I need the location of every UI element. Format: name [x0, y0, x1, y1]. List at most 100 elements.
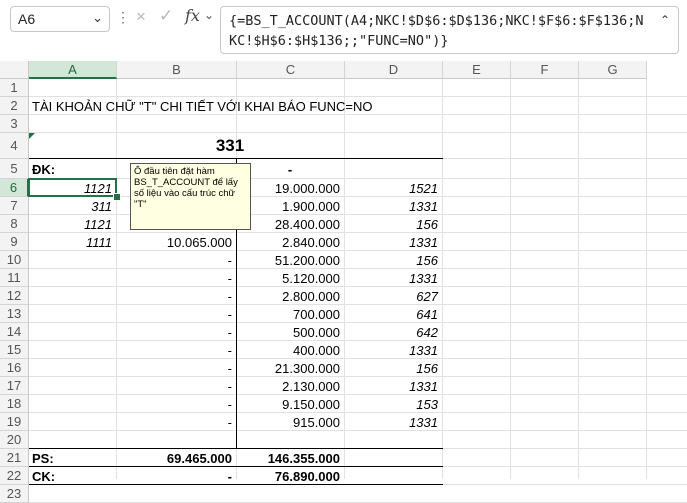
row-header-8[interactable]: 8 [0, 215, 29, 233]
cancel-icon[interactable]: × [136, 7, 146, 27]
opening-label[interactable]: ĐK: [32, 162, 112, 177]
debit-amount[interactable]: - [120, 253, 232, 268]
row-header-7[interactable]: 7 [0, 197, 29, 215]
row-header-12[interactable]: 12 [0, 287, 29, 305]
row-header-4[interactable]: 4 [0, 133, 29, 159]
debit-contra-account[interactable]: 1121 [32, 217, 112, 232]
debit-amount[interactable]: - [120, 307, 232, 322]
credit-amount[interactable]: 2.130.000 [240, 379, 340, 394]
row-header-11[interactable]: 11 [0, 269, 29, 287]
credit-amount[interactable]: 915.000 [240, 415, 340, 430]
credit-contra-account[interactable]: 1331 [348, 271, 438, 286]
credit-contra-account[interactable]: 627 [348, 289, 438, 304]
ck-label[interactable]: CK: [32, 469, 112, 484]
debit-amount[interactable]: - [120, 397, 232, 412]
row-header-10[interactable]: 10 [0, 251, 29, 269]
collapse-formula-icon[interactable]: ⌃ [660, 13, 670, 27]
select-all-corner[interactable] [0, 61, 29, 79]
opening-credit[interactable]: - [240, 162, 340, 177]
sheet-title[interactable]: TÀI KHOẢN CHỮ "T" CHI TIẾT VỚI KHAI BÁO … [32, 99, 452, 114]
row-header-3[interactable]: 3 [0, 115, 29, 133]
row-header-19[interactable]: 19 [0, 413, 29, 431]
grid-line [578, 79, 579, 479]
row-header-22[interactable]: 22 [0, 467, 29, 485]
row-header-5[interactable]: 5 [0, 159, 29, 179]
ck-credit[interactable]: 76.890.000 [240, 469, 340, 484]
credit-amount[interactable]: 500.000 [240, 325, 340, 340]
column-header-g[interactable]: G [579, 61, 647, 79]
credit-contra-account[interactable]: 1331 [348, 379, 438, 394]
row-header-21[interactable]: 21 [0, 449, 29, 467]
debit-amount[interactable]: - [120, 325, 232, 340]
column-header-b[interactable]: B [117, 61, 237, 79]
debit-amount[interactable]: 10.065.000 [120, 235, 232, 250]
grid-line [29, 286, 687, 287]
grid-line [29, 232, 687, 233]
credit-contra-account[interactable]: 156 [348, 217, 438, 232]
fill-handle[interactable] [113, 193, 121, 201]
column-header-c[interactable]: C [237, 61, 345, 79]
row-header-17[interactable]: 17 [0, 377, 29, 395]
insert-function-icon[interactable]: fx [185, 6, 200, 25]
ps-debit[interactable]: 69.465.000 [120, 451, 232, 466]
cell-area[interactable]: TÀI KHOẢN CHỮ "T" CHI TIẾT VỚI KHAI BÁO … [28, 79, 687, 503]
debit-amount[interactable]: - [120, 343, 232, 358]
debit-amount[interactable]: - [120, 289, 232, 304]
ps-credit[interactable]: 146.355.000 [240, 451, 340, 466]
row-header-18[interactable]: 18 [0, 395, 29, 413]
more-options-icon[interactable]: ⋮ [116, 9, 130, 26]
row-header-14[interactable]: 14 [0, 323, 29, 341]
credit-amount[interactable]: 1.900.000 [240, 199, 340, 214]
enter-check-icon[interactable]: ✓ [159, 6, 173, 26]
row-header-16[interactable]: 16 [0, 359, 29, 377]
credit-contra-account[interactable]: 156 [348, 253, 438, 268]
row-header-1[interactable]: 1 [0, 79, 29, 97]
row-header-13[interactable]: 13 [0, 305, 29, 323]
debit-amount[interactable]: - [120, 379, 232, 394]
row-header-20[interactable]: 20 [0, 431, 29, 449]
ck-bottom-border [29, 484, 443, 485]
credit-amount[interactable]: 2.840.000 [240, 235, 340, 250]
credit-amount[interactable]: 28.400.000 [240, 217, 340, 232]
column-header-e[interactable]: E [443, 61, 511, 79]
credit-contra-account[interactable]: 641 [348, 307, 438, 322]
credit-contra-account[interactable]: 642 [348, 325, 438, 340]
chevron-down-icon[interactable]: ⌄ [92, 10, 103, 26]
function-dropdown-icon[interactable]: ⌄ [204, 8, 214, 22]
row-header-9[interactable]: 9 [0, 233, 29, 251]
grid-line [29, 250, 687, 251]
row-header-2[interactable]: 2 [0, 97, 29, 115]
column-header-f[interactable]: F [511, 61, 579, 79]
credit-contra-account[interactable]: 1331 [348, 415, 438, 430]
debit-contra-account[interactable]: 311 [32, 199, 112, 214]
formula-input[interactable]: {=BS_T_ACCOUNT(A4;NKC!$D$6:$D$136;NKC!$F… [220, 6, 679, 54]
row-header-23[interactable]: 23 [0, 485, 29, 503]
row-header-6[interactable]: 6 [0, 179, 29, 197]
account-number[interactable]: 331 [120, 137, 340, 154]
credit-contra-account[interactable]: 1331 [348, 235, 438, 250]
column-header-d[interactable]: D [345, 61, 443, 79]
credit-contra-account[interactable]: 153 [348, 397, 438, 412]
credit-contra-account[interactable]: 1331 [348, 343, 438, 358]
credit-amount[interactable]: 5.120.000 [240, 271, 340, 286]
ps-label[interactable]: PS: [32, 451, 112, 466]
credit-contra-account[interactable]: 1331 [348, 199, 438, 214]
debit-amount[interactable]: - [120, 361, 232, 376]
column-header-a[interactable]: A [29, 61, 117, 79]
row-header-15[interactable]: 15 [0, 341, 29, 359]
credit-amount[interactable]: 9.150.000 [240, 397, 340, 412]
debit-amount[interactable]: - [120, 271, 232, 286]
grid-line [29, 178, 687, 179]
credit-contra-account[interactable]: 1521 [348, 181, 438, 196]
credit-amount[interactable]: 700.000 [240, 307, 340, 322]
ck-debit[interactable]: - [120, 469, 232, 484]
credit-amount[interactable]: 400.000 [240, 343, 340, 358]
credit-amount[interactable]: 51.200.000 [240, 253, 340, 268]
credit-amount[interactable]: 19.000.000 [240, 181, 340, 196]
debit-contra-account[interactable]: 1111 [32, 235, 112, 250]
debit-amount[interactable]: - [120, 415, 232, 430]
credit-amount[interactable]: 2.800.000 [240, 289, 340, 304]
credit-contra-account[interactable]: 156 [348, 361, 438, 376]
credit-amount[interactable]: 21.300.000 [240, 361, 340, 376]
name-box[interactable]: A6 ⌄ [10, 6, 110, 32]
